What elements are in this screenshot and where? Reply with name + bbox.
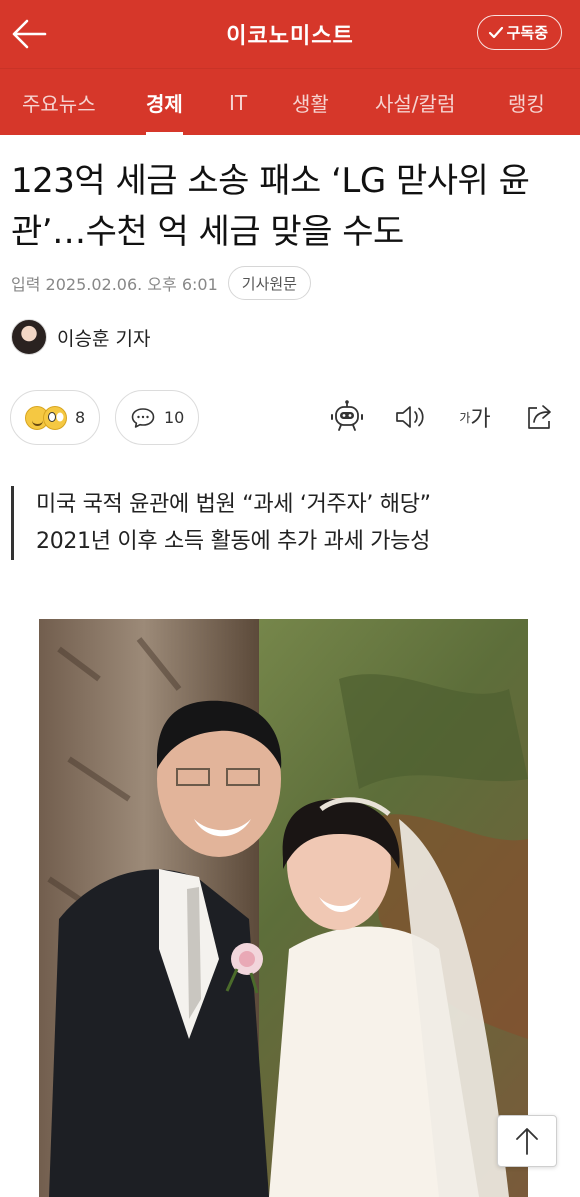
surprised-emoji-icon: [43, 405, 67, 430]
article-meta: 입력 2025.02.06. 오후 6:01 기사원문: [11, 266, 311, 300]
comment-count: 10: [164, 408, 185, 427]
tab-economy[interactable]: 경제: [146, 69, 183, 136]
arrow-up-icon: [516, 1128, 538, 1155]
speaker-icon: [396, 406, 424, 428]
robot-icon: [331, 400, 363, 431]
check-icon: [488, 26, 503, 38]
category-tabs: 주요뉴스 경제 IT 생활 사설/칼럼 랭킹: [0, 68, 580, 136]
article-headline: 123억 세금 소송 패소 ‘LG 맏사위 윤관’…수천 억 세금 맞을 수도: [11, 161, 530, 252]
reporter-name: 이승훈 기자: [57, 327, 151, 350]
font-size-large: 가: [470, 407, 491, 432]
share-button[interactable]: [520, 396, 560, 438]
reaction-button[interactable]: 8: [10, 390, 101, 445]
font-size-small: 가: [459, 410, 471, 425]
reporter-avatar: [11, 319, 47, 355]
ai-summary-button[interactable]: [327, 396, 367, 438]
article-photo[interactable]: [39, 619, 528, 1197]
comment-icon: [131, 407, 155, 428]
comment-button[interactable]: 10: [115, 390, 200, 445]
tab-main-news[interactable]: 주요뉴스: [22, 69, 96, 136]
tab-editorial[interactable]: 사설/칼럼: [375, 69, 455, 136]
top-bar: 이코노미스트 구독중: [0, 0, 580, 68]
summary-line-1: 미국 국적 윤관에 법원 “과세 ‘거주자’ 해당”: [36, 492, 431, 517]
tab-it[interactable]: IT: [229, 69, 247, 136]
reaction-emoji-icons: [25, 405, 67, 430]
reporter[interactable]: 이승훈 기자: [11, 318, 150, 356]
scroll-top-button[interactable]: [497, 1115, 557, 1167]
listen-button[interactable]: [390, 396, 430, 438]
font-size-button[interactable]: 가가: [454, 396, 496, 438]
summary-line-2: 2021년 이후 소득 활동에 추가 과세 가능성: [36, 529, 431, 554]
back-arrow-icon: [12, 19, 47, 49]
share-icon: [528, 405, 551, 429]
publish-date: 입력 2025.02.06. 오후 6:01: [11, 275, 218, 294]
tab-life[interactable]: 생활: [292, 69, 329, 136]
article-summary: 미국 국적 윤관에 법원 “과세 ‘거주자’ 해당” 2021년 이후 소득 활…: [11, 486, 431, 560]
reaction-count: 8: [75, 408, 86, 427]
tab-ranking[interactable]: 랭킹: [508, 69, 545, 136]
subscribe-label: 구독중: [506, 24, 548, 42]
original-article-button[interactable]: 기사원문: [227, 266, 311, 300]
back-button[interactable]: [8, 14, 50, 54]
subscribe-button[interactable]: 구독중: [476, 15, 562, 50]
